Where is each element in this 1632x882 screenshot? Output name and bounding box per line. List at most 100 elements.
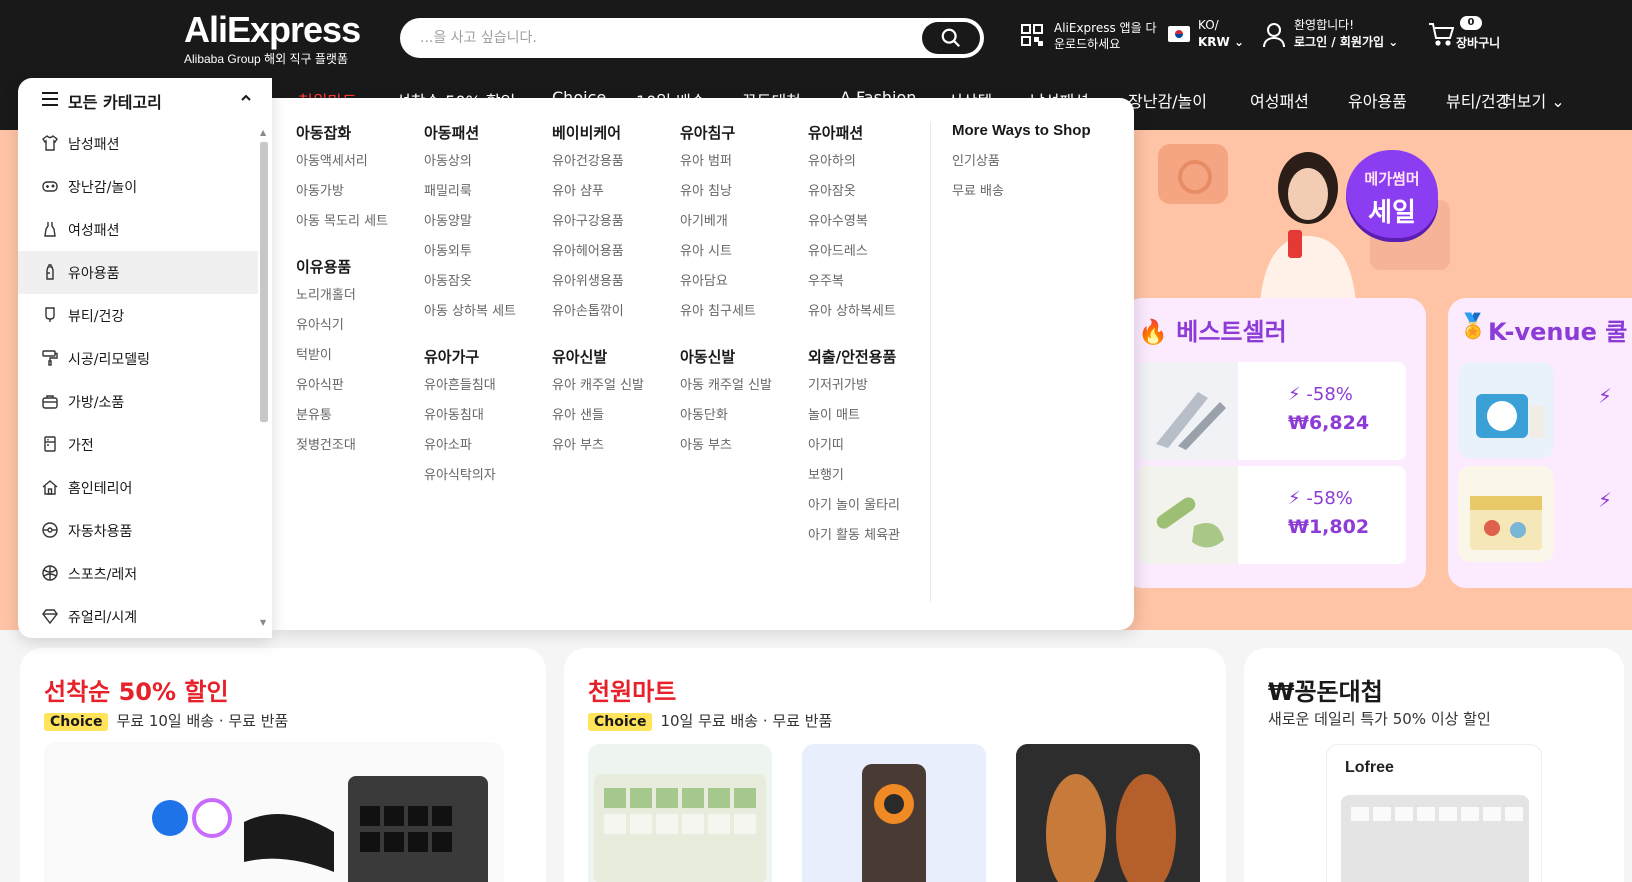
nav-item-womens-fashion[interactable]: 여성패션 — [1250, 88, 1309, 112]
subcategory-link[interactable]: 유아건강용품 — [552, 152, 644, 182]
scrollbar-thumb[interactable] — [260, 142, 268, 422]
subcategory-heading[interactable]: 아동잡화 — [296, 122, 388, 142]
subcategory-link[interactable]: 유아 샴푸 — [552, 182, 644, 212]
subcategory-link[interactable]: 유아흔들침대 — [424, 376, 516, 406]
subcategory-link[interactable]: 유아소파 — [424, 436, 516, 466]
subcategory-link[interactable]: 유아 부츠 — [552, 436, 644, 466]
more-ways-link-popular[interactable]: 인기상품 — [952, 152, 1091, 182]
subcategory-link[interactable]: 보행기 — [808, 466, 900, 496]
promo-card-cheonwon-mart[interactable]: 천원마트 Choice 10일 무료 배송 · 무료 반품 — [564, 648, 1226, 882]
product-tile-lofree[interactable]: Lofree — [1326, 744, 1542, 882]
subcategory-link[interactable]: 아동단화 — [680, 406, 772, 436]
subcategory-link[interactable]: 유아수영복 — [808, 212, 900, 242]
subcategory-link[interactable]: 우주복 — [808, 272, 900, 302]
subcategory-link[interactable]: 아기띠 — [808, 436, 900, 466]
subcategory-link[interactable]: 패밀리룩 — [424, 182, 516, 212]
subcategory-link[interactable]: 유아구강용품 — [552, 212, 644, 242]
subcategory-link[interactable]: 아동 부츠 — [680, 436, 772, 466]
subcategory-heading[interactable]: 유아신발 — [552, 346, 644, 366]
category-scrollbar[interactable]: ▲ ▼ — [258, 128, 268, 628]
subcategory-link[interactable]: 유아잠옷 — [808, 182, 900, 212]
category-item-baby[interactable]: 유아용품 — [18, 251, 258, 294]
subcategory-link[interactable]: 노리개홀더 — [296, 286, 388, 316]
subcategory-link[interactable]: 아동 캐주얼 신발 — [680, 376, 772, 406]
subcategory-link[interactable]: 아동액세서리 — [296, 152, 388, 182]
category-item-car[interactable]: 자동차용품 — [18, 509, 258, 552]
subcategory-link[interactable]: 아동양말 — [424, 212, 516, 242]
subcategory-link[interactable]: 턱받이 — [296, 346, 388, 376]
subcategory-link[interactable]: 유아 시트 — [680, 242, 772, 272]
subcategory-link[interactable]: 유아위생용품 — [552, 272, 644, 302]
subcategory-heading[interactable]: 외출/안전용품 — [808, 346, 900, 366]
kvenue-product-clock[interactable] — [1458, 362, 1554, 458]
category-item-bags[interactable]: 가방/소품 — [18, 380, 258, 423]
subcategory-link[interactable]: 아동 목도리 세트 — [296, 212, 388, 242]
subcategory-heading[interactable]: 아동신발 — [680, 346, 772, 366]
product-tile-keyboard[interactable] — [588, 744, 772, 882]
subcategory-link[interactable]: 분유통 — [296, 406, 388, 436]
bestseller-product[interactable]: ⚡ -58% ₩6,824 — [1138, 362, 1406, 460]
category-item-mens-fashion[interactable]: 남성패션 — [18, 122, 258, 165]
subcategory-link[interactable]: 아동 상하복 세트 — [424, 302, 516, 332]
subcategory-link[interactable]: 유아헤어용품 — [552, 242, 644, 272]
kvenue-product-box[interactable] — [1458, 466, 1554, 562]
subcategory-link[interactable]: 아기 놀이 울타리 — [808, 496, 900, 526]
product-tile-grill-basket[interactable] — [1016, 744, 1200, 882]
subcategory-heading[interactable]: 유아침구 — [680, 122, 772, 142]
more-ways-link-free-shipping[interactable]: 무료 배송 — [952, 182, 1091, 212]
all-categories-toggle[interactable]: 모든 카테고리 — [18, 78, 272, 122]
kvenue-card[interactable]: 🏅 K-venue 쿨 ⚡ ⚡ — [1448, 298, 1632, 588]
subcategory-link[interactable]: 아기 활동 체육관 — [808, 526, 900, 556]
subcategory-link[interactable]: 아동외투 — [424, 242, 516, 272]
promo-card-kkongdon[interactable]: ₩꽁돈대첩 새로운 데일리 특가 50% 이상 할인 Lofree — [1244, 648, 1624, 882]
subcategory-heading[interactable]: 베이비케어 — [552, 122, 644, 142]
subcategory-link[interactable]: 아기베개 — [680, 212, 772, 242]
subcategory-link[interactable]: 유아 침구세트 — [680, 302, 772, 332]
subcategory-link[interactable]: 유아손톱깎이 — [552, 302, 644, 332]
bestseller-product[interactable]: ⚡ -58% ₩1,802 — [1138, 466, 1406, 564]
subcategory-link[interactable]: 유아담요 — [680, 272, 772, 302]
nav-more[interactable]: 더보기 ⌄ — [1502, 88, 1565, 112]
subcategory-heading[interactable]: 유아패션 — [808, 122, 900, 142]
subcategory-link[interactable]: 아동잠옷 — [424, 272, 516, 302]
subcategory-link[interactable]: 유아식탁의자 — [424, 466, 516, 496]
category-item-remodeling[interactable]: 시공/리모델링 — [18, 337, 258, 380]
login-signup-link[interactable]: 로그인 / 회원가입 ⌄ — [1294, 33, 1398, 50]
scroll-down-arrow-icon[interactable]: ▼ — [260, 618, 266, 627]
category-item-appliances[interactable]: 가전 — [18, 423, 258, 466]
aliexpress-logo[interactable]: AliExpress Alibaba Group 해외 직구 플랫폼 — [184, 10, 364, 70]
subcategory-link[interactable]: 유아식기 — [296, 316, 388, 346]
category-item-womens-fashion[interactable]: 여성패션 — [18, 208, 258, 251]
category-item-sports[interactable]: 스포츠/레저 — [18, 552, 258, 595]
subcategory-link[interactable]: 유아드레스 — [808, 242, 900, 272]
subcategory-link[interactable]: 유아 샌들 — [552, 406, 644, 436]
subcategory-link[interactable]: 유아 상하복세트 — [808, 302, 900, 332]
search-input[interactable] — [420, 18, 900, 58]
cart-button[interactable]: 0 장바구니 — [1428, 16, 1518, 52]
subcategory-link[interactable]: 유아 범퍼 — [680, 152, 772, 182]
promo-card-50-discount[interactable]: 선착순 50% 할인 Choice 무료 10일 배송 · 무료 반품 — [20, 648, 546, 882]
search-button[interactable] — [922, 22, 980, 54]
subcategory-link[interactable]: 유아 침낭 — [680, 182, 772, 212]
nav-item-toys[interactable]: 장난감/놀이 — [1128, 88, 1207, 112]
subcategory-link[interactable]: 젖병건조대 — [296, 436, 388, 466]
scroll-up-arrow-icon[interactable]: ▲ — [260, 128, 266, 137]
bestseller-card[interactable]: 🔥 베스트셀러 ⚡ -58% ₩6,824 ⚡ -58% ₩1,802 — [1124, 298, 1426, 588]
nav-item-beauty[interactable]: 뷰티/건강 — [1446, 88, 1510, 112]
subcategory-link[interactable]: 기저귀가방 — [808, 376, 900, 406]
subcategory-heading[interactable]: 아동패션 — [424, 122, 516, 142]
subcategory-link[interactable]: 유아하의 — [808, 152, 900, 182]
category-item-beauty[interactable]: 뷰티/건강 — [18, 294, 258, 337]
subcategory-link[interactable]: 유아식판 — [296, 376, 388, 406]
category-item-toys[interactable]: 장난감/놀이 — [18, 165, 258, 208]
subcategory-link[interactable]: 유아동침대 — [424, 406, 516, 436]
promo-product-tile[interactable] — [44, 742, 504, 882]
product-tile-speaker[interactable] — [802, 744, 986, 882]
subcategory-link[interactable]: 놀이 매트 — [808, 406, 900, 436]
subcategory-link[interactable]: 유아 캐주얼 신발 — [552, 376, 644, 406]
subcategory-link[interactable]: 아동상의 — [424, 152, 516, 182]
nav-item-baby[interactable]: 유아용품 — [1348, 88, 1407, 112]
subcategory-heading[interactable]: 유아가구 — [424, 346, 516, 366]
subcategory-heading[interactable]: 이유용품 — [296, 256, 388, 276]
subcategory-link[interactable]: 아동가방 — [296, 182, 388, 212]
